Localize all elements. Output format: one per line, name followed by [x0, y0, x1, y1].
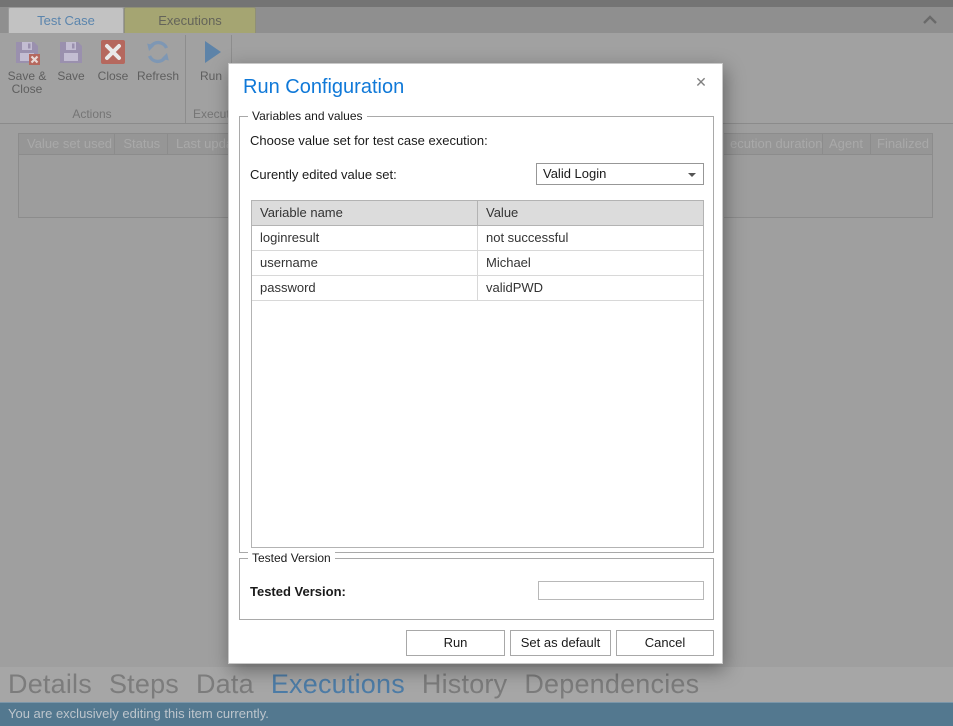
value-set-label: Curently edited value set: — [250, 167, 397, 182]
column-header-finalized[interactable]: Finalized — [871, 134, 932, 154]
refresh-icon — [144, 38, 172, 66]
ribbon-tab-strip: Test Case Executions — [0, 7, 953, 33]
run-configuration-dialog: Run Configuration ✕ Variables and values… — [228, 63, 723, 664]
column-header-value[interactable]: Value — [478, 201, 518, 225]
dialog-title: Run Configuration — [243, 76, 404, 99]
executions-table: Value set used Status Last update — [18, 133, 228, 218]
status-bar: You are exclusively editing this item cu… — [0, 702, 953, 726]
value-set-dropdown[interactable]: Valid Login — [536, 163, 704, 185]
save-button[interactable]: Save — [52, 38, 90, 83]
tab-dependencies[interactable]: Dependencies — [524, 669, 699, 700]
tab-test-case[interactable]: Test Case — [8, 7, 124, 33]
save-icon — [57, 38, 85, 66]
value-set-selected: Valid Login — [537, 164, 703, 184]
close-button[interactable]: Close — [92, 38, 134, 83]
column-header-last-update[interactable]: Last update — [168, 134, 228, 154]
run-button[interactable]: Run — [190, 38, 232, 83]
refresh-button[interactable]: Refresh — [134, 38, 182, 83]
cancel-button[interactable]: Cancel — [616, 630, 714, 656]
variable-name-cell: password — [252, 276, 478, 300]
table-row[interactable]: password validPWD — [252, 276, 703, 301]
tab-history[interactable]: History — [422, 669, 507, 700]
tab-data[interactable]: Data — [196, 669, 254, 700]
status-message: You are exclusively editing this item cu… — [0, 703, 953, 725]
group-label-executions: Execut — [193, 107, 230, 121]
close-label: Close — [98, 70, 129, 83]
run-label: Run — [200, 70, 222, 83]
column-header-value-set-used[interactable]: Value set used — [19, 134, 115, 154]
group-legend: Variables and values — [248, 109, 367, 123]
save-close-label: Save & Close — [8, 70, 47, 96]
tested-version-input[interactable] — [538, 581, 704, 600]
group-label-actions: Actions — [0, 107, 184, 121]
tested-version-label: Tested Version: — [250, 584, 346, 599]
executions-table-body — [19, 154, 228, 217]
close-icon: ✕ — [695, 74, 707, 90]
refresh-label: Refresh — [137, 70, 179, 83]
variable-name-cell: username — [252, 251, 478, 275]
tested-version-group: Tested Version Tested Version: — [239, 558, 714, 620]
executions-table-body — [724, 154, 932, 217]
ribbon-collapse-button[interactable] — [919, 11, 941, 31]
column-header-status[interactable]: Status — [115, 134, 168, 154]
window-top-edge — [0, 0, 953, 7]
save-close-icon — [13, 38, 41, 66]
run-dialog-button[interactable]: Run — [406, 630, 505, 656]
close-icon — [99, 38, 127, 66]
tab-steps[interactable]: Steps — [109, 669, 179, 700]
variable-value-cell: not successful — [478, 226, 568, 250]
chevron-down-icon — [688, 173, 696, 177]
column-header-execution-duration[interactable]: ecution duration — [724, 134, 823, 154]
column-header-variable-name[interactable]: Variable name — [252, 201, 478, 225]
window: { "ribbon": { "tabs": [ { "label": "Test… — [0, 0, 953, 726]
save-label: Save — [57, 70, 84, 83]
group-legend: Tested Version — [248, 551, 335, 565]
tab-details[interactable]: Details — [8, 669, 92, 700]
detail-tabs-bar: Details Steps Data Executions History De… — [0, 667, 953, 702]
variables-and-values-group: Variables and values Choose value set fo… — [239, 116, 714, 553]
table-row[interactable]: username Michael — [252, 251, 703, 276]
set-as-default-button[interactable]: Set as default — [510, 630, 611, 656]
variables-table-header: Variable name Value — [252, 201, 703, 226]
table-row[interactable]: loginresult not successful — [252, 226, 703, 251]
run-icon — [197, 38, 225, 66]
column-header-agent[interactable]: Agent — [823, 134, 871, 154]
tab-executions-bottom[interactable]: Executions — [271, 669, 405, 700]
variable-name-cell: loginresult — [252, 226, 478, 250]
dialog-close-button[interactable]: ✕ — [691, 72, 711, 92]
variables-table: Variable name Value loginresult not succ… — [251, 200, 704, 548]
group-separator — [185, 35, 186, 123]
instruction-text: Choose value set for test case execution… — [250, 133, 488, 148]
variable-value-cell: Michael — [478, 251, 531, 275]
executions-table-right: ecution duration Agent Finalized — [724, 133, 933, 218]
tab-executions[interactable]: Executions — [124, 7, 256, 33]
save-close-button[interactable]: Save & Close — [4, 38, 50, 96]
variable-value-cell: validPWD — [478, 276, 543, 300]
